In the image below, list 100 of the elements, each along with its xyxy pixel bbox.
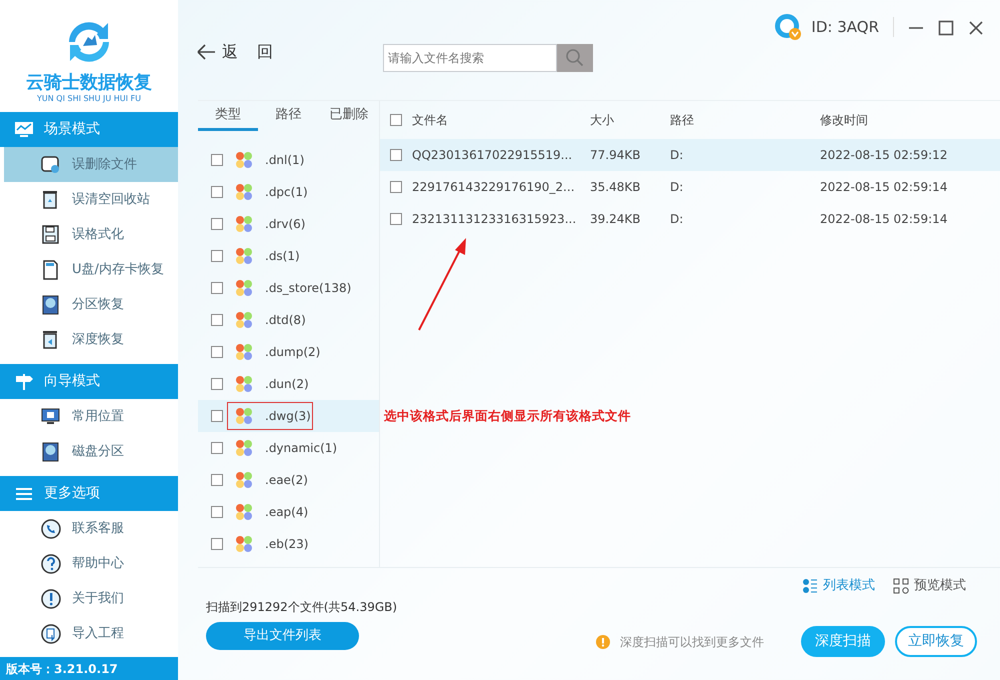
checkbox[interactable] [211, 186, 223, 198]
table-row[interactable]: 229176143229176190_2... 35.48KB D: 2022-08-15 02:59:14 [380, 171, 1000, 203]
file-type-icon [235, 279, 253, 297]
checkbox[interactable] [390, 181, 402, 193]
checkbox[interactable] [390, 149, 402, 161]
tip-text: 深度扫描可以找到更多文件 [620, 634, 764, 651]
file-type-label: .dump(2) [265, 344, 320, 361]
file-type-icon [235, 439, 253, 457]
table-cell-text: 77.94KB [590, 147, 642, 164]
sidebar-item[interactable]: 导入工程 [4, 616, 178, 651]
checkbox[interactable] [211, 506, 223, 518]
checkbox[interactable] [390, 213, 402, 225]
file-type-item[interactable]: .dump(2) [198, 336, 379, 368]
column-header: 大小 [590, 112, 615, 129]
sidebar-item[interactable]: 关于我们 [4, 581, 178, 616]
file-type-item[interactable]: .eap(4) [198, 496, 379, 528]
file-type-label: .dtd(8) [265, 312, 306, 329]
sidebar-item[interactable]: 帮助中心 [4, 546, 178, 581]
file-type-label: .eap(4) [265, 504, 308, 521]
file-type-label: .ds_store(138) [265, 280, 352, 297]
section-title: 向导模式 [44, 372, 100, 391]
file-type-label: .eb(23) [265, 536, 308, 553]
checkbox[interactable] [211, 282, 223, 294]
table-row[interactable]: 23213113123316315923... 39.24KB D: 2022-08-15 02:59:14 [380, 203, 1000, 235]
file-type-item[interactable]: .ds_store(138) [198, 272, 379, 304]
file-type-item[interactable]: .eae(2) [198, 464, 379, 496]
checkbox[interactable] [211, 474, 223, 486]
sidebar-item[interactable]: 深度恢复 [4, 322, 178, 357]
back-button[interactable]: 返 回 [196, 40, 274, 64]
checkbox[interactable] [211, 538, 223, 550]
filter-tab[interactable]: 已删除 [318, 101, 379, 131]
table-cell-text: QQ23013617022915519... [412, 147, 574, 164]
file-type-item[interactable]: .ds(1) [198, 240, 379, 272]
checkbox[interactable] [211, 314, 223, 326]
table-cell-text: 2022-08-15 02:59:14 [820, 179, 948, 196]
sidebar-item[interactable]: 分区恢复 [4, 287, 178, 322]
sidebar-item[interactable]: 误格式化 [4, 217, 178, 252]
file-type-item[interactable]: .eb(23) [198, 528, 379, 560]
back-arrow-icon [196, 44, 216, 60]
minimize-icon [908, 26, 924, 29]
file-type-label: .dun(2) [265, 376, 309, 393]
table-cell-text: D: [670, 211, 684, 228]
checkbox[interactable] [211, 250, 223, 262]
checkbox[interactable] [211, 410, 223, 422]
sidebar-item[interactable]: 联系客服 [4, 511, 178, 546]
sidebar-item[interactable]: 磁盘分区 [4, 434, 178, 469]
file-type-item[interactable]: .dun(2) [198, 368, 379, 400]
checkbox[interactable] [211, 442, 223, 454]
file-type-item[interactable]: .dwg(3) [198, 400, 379, 432]
sidebar-item[interactable]: 误清空回收站 [4, 182, 178, 217]
list-icon [802, 578, 818, 594]
table-row[interactable]: QQ23013617022915519... 77.94KB D: 2022-08-15 02:59:12 [380, 139, 1000, 171]
user-id: ID: 3AQR [811, 16, 879, 38]
file-type-icon [235, 471, 253, 489]
file-type-item[interactable]: .drv(6) [198, 208, 379, 240]
checkbox[interactable] [211, 154, 223, 166]
import-icon [40, 622, 62, 644]
view-mode-button[interactable]: 预览模式 [893, 576, 966, 596]
checkbox[interactable] [211, 218, 223, 230]
column-header: 文件名 [412, 112, 449, 129]
file-type-icon [235, 311, 253, 329]
table-cell-text: 2022-08-15 02:59:12 [820, 147, 948, 164]
help-icon [40, 552, 62, 574]
checkbox[interactable] [211, 378, 223, 390]
close-icon [968, 20, 984, 36]
file-type-label: .ds(1) [265, 248, 300, 265]
checkbox[interactable] [211, 346, 223, 358]
file-type-item[interactable]: .dynamic(1) [198, 432, 379, 464]
section-title: 更多选项 [44, 484, 100, 503]
table-cell-text: 39.24KB [590, 211, 642, 228]
sidebar-item[interactable]: U盘/内存卡恢复 [4, 252, 178, 287]
file-type-icon [235, 343, 253, 361]
recover-button[interactable]: 立即恢复 [895, 626, 977, 657]
file-type-label: .dpc(1) [265, 184, 308, 201]
scan-summary: 扫描到291292个文件(共54.39GB) [206, 599, 398, 616]
grid-icon [893, 578, 909, 594]
filter-tab[interactable]: 类型 [198, 101, 258, 131]
filter-tab[interactable]: 路径 [258, 101, 319, 131]
sidebar-item[interactable]: 常用位置 [4, 399, 178, 434]
file-type-item[interactable]: .dnl(1) [198, 144, 379, 176]
file-type-icon [235, 215, 253, 233]
file-type-icon [235, 503, 253, 521]
file-type-icon [235, 535, 253, 553]
table-cell-text: 229176143229176190_2... [412, 179, 576, 196]
file-type-item[interactable]: .dpc(1) [198, 176, 379, 208]
file-type-icon [235, 247, 253, 265]
maximize-icon [938, 20, 954, 36]
file-type-label: .dynamic(1) [265, 440, 338, 457]
user-badge-icon [773, 12, 804, 42]
table-cell-text: 35.48KB [590, 179, 642, 196]
file-type-icon [235, 151, 253, 169]
column-header: 修改时间 [820, 112, 869, 129]
search-field[interactable]: 请输入文件名搜索 [383, 44, 558, 72]
file-type-item[interactable]: .dtd(8) [198, 304, 379, 336]
table-cell-text: 2022-08-15 02:59:14 [820, 211, 948, 228]
info-icon [40, 588, 62, 610]
annotation-text: 选中该格式后界面右侧显示所有该格式文件 [384, 407, 631, 425]
section-title: 场景模式 [44, 120, 100, 139]
select-all-checkbox[interactable] [390, 114, 402, 126]
file-type-label: .dwg(3) [265, 408, 311, 425]
